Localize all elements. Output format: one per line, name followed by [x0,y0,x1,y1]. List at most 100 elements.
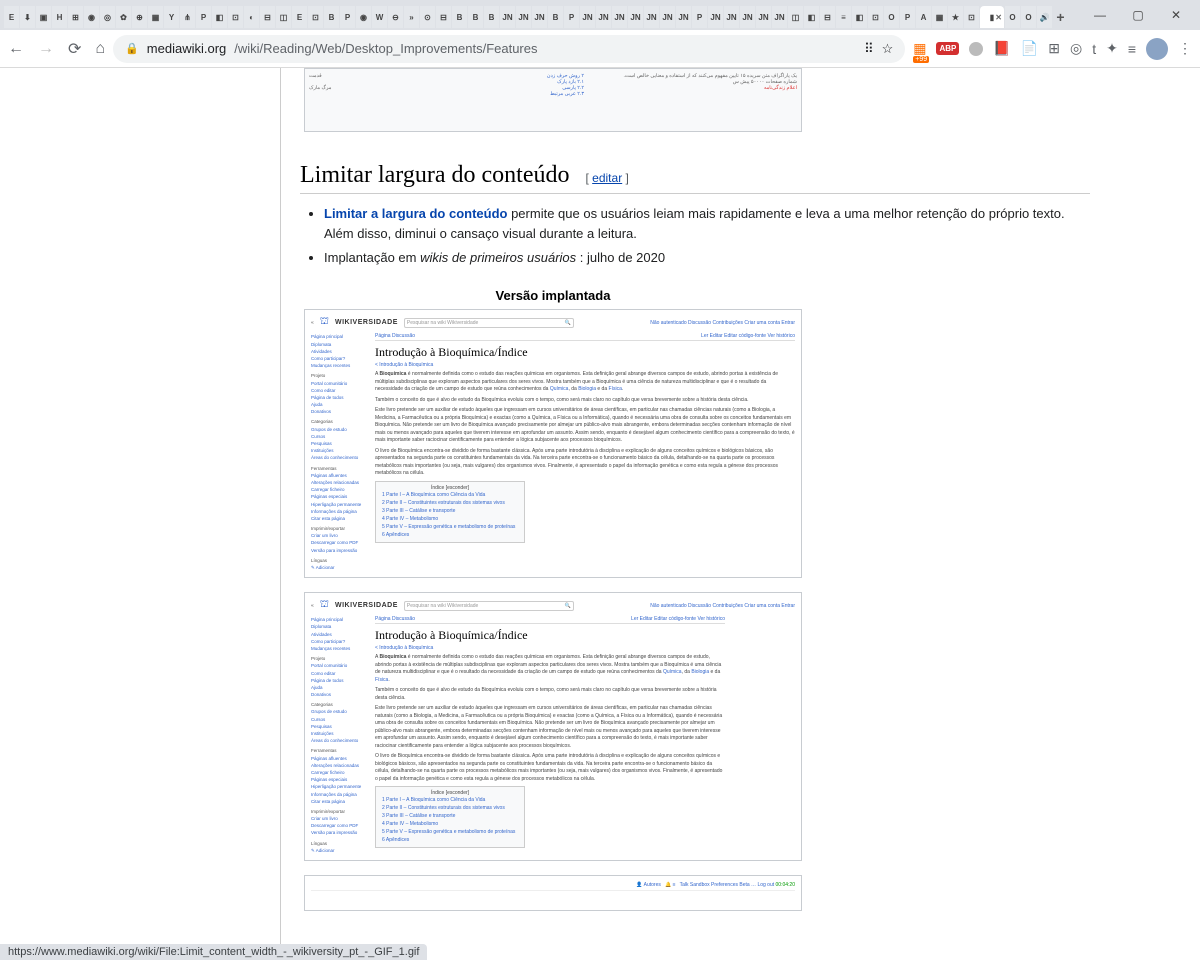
background-tab[interactable]: ⊙ [420,6,435,28]
feature-link[interactable]: Limitar a largura do conteúdo [324,206,507,221]
background-tab[interactable]: P [340,6,355,28]
background-tab[interactable]: P [564,6,579,28]
forward-button: → [38,40,54,58]
ext-t-icon[interactable]: t [1092,41,1096,57]
edit-link[interactable]: editar [592,171,622,185]
wv-main: Página DiscussãoLer Editar Editar código… [375,333,795,571]
page-viewport[interactable]: یک پاراگراف متن سریده ۱۵ تایین مفهوم می‌… [0,68,1200,960]
background-tab[interactable]: H [52,6,67,28]
reload-button[interactable]: ⟳ [68,39,81,59]
background-tab[interactable]: ▦ [148,6,163,28]
background-tab[interactable]: O [884,6,899,28]
background-tab[interactable]: ⊡ [868,6,883,28]
background-tab[interactable]: B [452,6,467,28]
background-tab[interactable]: B [324,6,339,28]
background-tab[interactable]: JN [516,6,531,28]
background-tab[interactable]: B [484,6,499,28]
top-rtl-screenshot[interactable]: یک پاراگراف متن سریده ۱۵ تایین مفهوم می‌… [304,68,802,132]
ext-cube-icon[interactable]: ⊞ [1048,40,1060,57]
background-tab[interactable]: ⊟ [260,6,275,28]
maximize-button[interactable]: ▢ [1128,8,1148,22]
background-tab[interactable]: A [916,6,931,28]
background-tab[interactable]: B [548,6,563,28]
ext-pdf-icon[interactable]: 📕 [993,40,1010,57]
background-tab[interactable]: » [404,6,419,28]
background-tab[interactable]: ★ [948,6,963,28]
background-tab[interactable]: ⊟ [436,6,451,28]
background-tab[interactable]: JN [676,6,691,28]
ext-grey-icon[interactable] [969,42,983,56]
background-tab[interactable]: ◫ [788,6,803,28]
close-button[interactable]: ✕ [1166,8,1186,22]
background-tab[interactable]: JN [628,6,643,28]
background-tab[interactable]: ⊟ [820,6,835,28]
background-tab[interactable]: ⊕ [132,6,147,28]
background-tab[interactable]: JN [740,6,755,28]
background-tab[interactable]: ⊡ [308,6,323,28]
background-tab[interactable]: ▦ [932,6,947,28]
section-heading: Limitar largura do conteúdo [ editar ] [300,162,1090,194]
background-tab[interactable]: ≡ [836,6,851,28]
background-tab[interactable]: JN [708,6,723,28]
ext-aliexpress-icon[interactable]: ▦+99 [913,40,926,57]
bookmark-star-icon[interactable]: ☆ [882,41,894,57]
screenshot-third[interactable]: 👤 Autores 🔔 ≡ Talk Sandbox Preferences B… [304,875,802,911]
back-button[interactable]: ← [8,40,24,58]
new-tab-button[interactable]: + [1053,6,1068,28]
background-tab[interactable]: ⋔ [180,6,195,28]
background-tab[interactable]: ✿ [116,6,131,28]
address-bar[interactable]: 🔒 mediawiki.org/wiki/Reading/Web/Desktop… [113,35,905,63]
background-tab[interactable]: ◧ [852,6,867,28]
reading-list-icon[interactable]: ≡ [1128,41,1136,57]
background-tab[interactable]: JN [580,6,595,28]
list-item: Limitar a largura do conteúdo permite qu… [324,204,1090,244]
background-tab[interactable]: ◫ [276,6,291,28]
background-tab[interactable]: E [292,6,307,28]
background-tab[interactable]: JN [500,6,515,28]
background-tab[interactable]: O [1005,6,1020,28]
background-tab[interactable]: E [4,6,19,28]
background-tab[interactable]: P [900,6,915,28]
active-tab[interactable]: ▮ [980,6,1004,28]
background-tab[interactable]: ⊡ [228,6,243,28]
background-tab[interactable]: ◐ [244,6,259,28]
lock-icon: 🔒 [125,42,139,55]
ext-circle-icon[interactable]: ◎ [1070,40,1082,57]
background-tab[interactable]: P [196,6,211,28]
background-tab[interactable]: JN [596,6,611,28]
ext-adblock-icon[interactable]: ABP [936,42,959,55]
screenshot-wide[interactable]: « ⛫ WIKIVERSIDADE Pesquisar na wiki Wiki… [304,309,802,578]
minimize-button[interactable]: — [1090,8,1110,22]
screenshot-limited[interactable]: « ⛫ WIKIVERSIDADE Pesquisar na wiki Wiki… [304,592,802,861]
extensions-icon[interactable]: ✦ [1106,40,1118,57]
home-button[interactable]: ⌂ [95,40,105,58]
background-tab[interactable]: P [692,6,707,28]
background-tab[interactable]: JN [644,6,659,28]
background-tab[interactable]: JN [660,6,675,28]
profile-avatar[interactable] [1146,38,1168,60]
background-tab[interactable]: JN [772,6,787,28]
background-tab[interactable]: JN [612,6,627,28]
search-icon: 🔍 [565,320,571,326]
background-tab[interactable]: ◉ [356,6,371,28]
background-tab[interactable]: ⬇ [20,6,35,28]
background-tab[interactable]: ◧ [212,6,227,28]
background-tab[interactable]: ◉ [84,6,99,28]
background-tab[interactable]: 🔊 [1037,6,1052,28]
background-tab[interactable]: JN [532,6,547,28]
background-tab[interactable]: B [468,6,483,28]
background-tab[interactable]: JN [756,6,771,28]
ext-doc-icon[interactable]: 📄 [1021,40,1038,57]
translate-icon[interactable]: ⠿ [864,41,874,57]
background-tab[interactable]: ◧ [804,6,819,28]
background-tab[interactable]: ▣ [36,6,51,28]
background-tab[interactable]: JN [724,6,739,28]
background-tab[interactable]: W [372,6,387,28]
background-tab[interactable]: Y [164,6,179,28]
background-tab[interactable]: ⊡ [964,6,979,28]
background-tab[interactable]: ◎ [100,6,115,28]
background-tab[interactable]: ⊞ [68,6,83,28]
menu-icon[interactable]: ⋮ [1178,40,1192,57]
background-tab[interactable]: ⊖ [388,6,403,28]
background-tab[interactable]: O [1021,6,1036,28]
